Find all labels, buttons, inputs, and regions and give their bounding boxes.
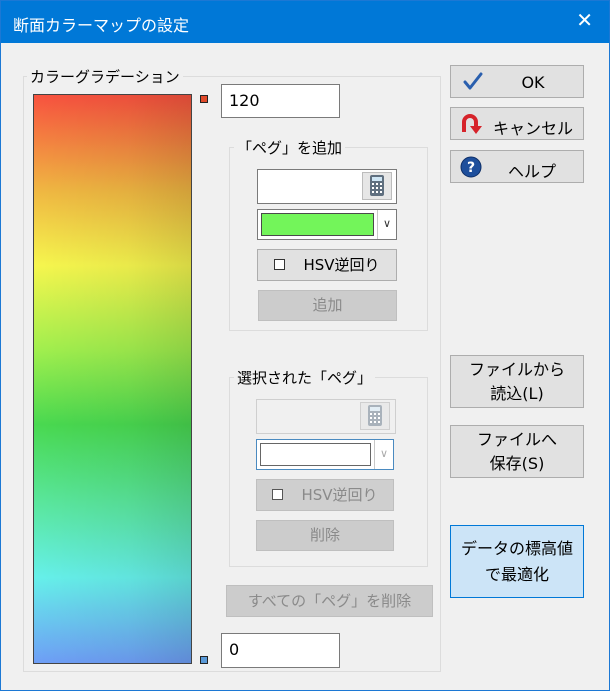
optimize-by-elevation-button[interactable]: データの標高値 で最適化 (450, 525, 584, 598)
dialog-window: 断面カラーマップの設定 ✕ カラーグラデーション 120 0 「ペグ」を追加 ∨… (0, 0, 610, 691)
close-icon[interactable]: ✕ (576, 10, 593, 30)
optimize-label-line1: データの標高値 (460, 539, 573, 558)
save-file-label-line2: 保存(S) (489, 454, 545, 473)
ok-button[interactable]: OK (450, 65, 584, 98)
hsv-checkbox[interactable] (274, 259, 286, 270)
selected-peg-color-swatch (260, 443, 371, 466)
help-label: ヘルプ (507, 162, 556, 181)
max-value-field[interactable]: 120 (221, 84, 340, 118)
add-peg-group-label: 「ペグ」を追加 (234, 137, 346, 158)
ok-label: OK (521, 73, 545, 92)
chevron-down-icon: ∨ (377, 210, 396, 239)
delete-all-pegs-button[interactable]: すべての「ペグ」を削除 (226, 585, 433, 617)
add-peg-color-select[interactable]: ∨ (257, 209, 397, 240)
selected-calculator-button[interactable] (360, 402, 390, 430)
help-button[interactable]: ? ヘルプ (450, 150, 584, 183)
add-peg-color-swatch (261, 213, 374, 236)
gradation-group-label: カラーグラデーション (27, 66, 183, 87)
min-value-field[interactable]: 0 (221, 633, 340, 668)
add-peg-button[interactable]: 追加 (258, 290, 397, 321)
gradient-shading (34, 95, 191, 663)
selected-peg-hsv-toggle[interactable]: HSV逆回り (256, 479, 394, 511)
chevron-down-icon: ∨ (374, 440, 393, 469)
add-peg-hsv-toggle[interactable]: HSV逆回り (257, 249, 397, 281)
optimize-label-line2: で最適化 (484, 565, 549, 584)
cancel-button[interactable]: キャンセル (450, 107, 584, 140)
calculator-icon (368, 405, 382, 426)
save-file-label-line1: ファイルへ (476, 430, 557, 449)
window-title: 断面カラーマップの設定 (13, 16, 190, 35)
title-bar: 断面カラーマップの設定 ✕ (1, 1, 609, 43)
selected-hsv-toggle-label: HSV逆回り (301, 486, 378, 504)
load-file-label-line1: ファイルから (468, 360, 565, 379)
calculator-icon (370, 175, 384, 196)
hsv-toggle-label: HSV逆回り (303, 256, 380, 274)
selected-peg-group-label: 選択された「ペグ」 (234, 367, 376, 388)
selected-peg-color-select[interactable]: ∨ (256, 439, 394, 470)
peg-marker-bottom[interactable] (200, 656, 208, 664)
gradient-bar[interactable] (33, 94, 192, 664)
selected-hsv-checkbox[interactable] (272, 489, 284, 500)
cancel-label: キャンセル (492, 119, 573, 138)
load-file-label-line2: 読込(L) (490, 384, 544, 403)
load-file-button[interactable]: ファイルから 読込(L) (450, 355, 584, 408)
peg-marker-top[interactable] (200, 95, 208, 103)
calculator-button[interactable] (362, 172, 392, 200)
save-file-button[interactable]: ファイルへ 保存(S) (450, 425, 584, 478)
delete-peg-button[interactable]: 削除 (256, 520, 394, 551)
